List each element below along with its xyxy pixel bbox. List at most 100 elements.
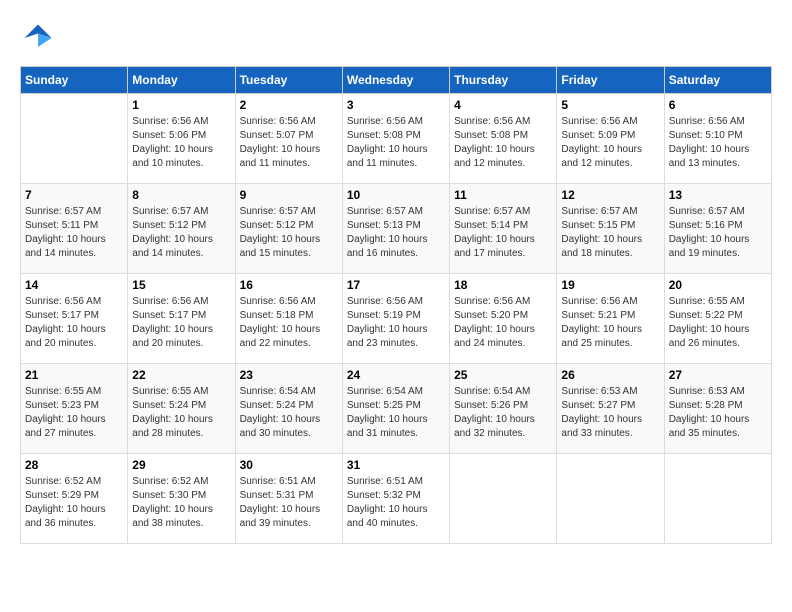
day-number: 27 bbox=[669, 368, 767, 382]
day-number: 14 bbox=[25, 278, 123, 292]
calendar-cell: 22 Sunrise: 6:55 AMSunset: 5:24 PMDayligh… bbox=[128, 364, 235, 454]
day-number: 20 bbox=[669, 278, 767, 292]
calendar-cell: 19Sunrise: 6:56 AMSunset: 5:21 PMDayligh… bbox=[557, 274, 664, 364]
day-number: 22 bbox=[132, 368, 230, 382]
weekday-header: Wednesday bbox=[342, 67, 449, 94]
calendar-cell: 4 Sunrise: 6:56 AMSunset: 5:08 PMDaylight… bbox=[450, 94, 557, 184]
calendar-cell: 15Sunrise: 6:56 AMSunset: 5:17 PMDayligh… bbox=[128, 274, 235, 364]
day-number: 4 bbox=[454, 98, 552, 112]
day-number: 5 bbox=[561, 98, 659, 112]
calendar-cell: 30 Sunrise: 6:51 AMSunset: 5:31 PMDayligh… bbox=[235, 454, 342, 544]
day-number: 2 bbox=[240, 98, 338, 112]
calendar-cell: 2 Sunrise: 6:56 AMSunset: 5:07 PMDaylight… bbox=[235, 94, 342, 184]
calendar-cell: 8 Sunrise: 6:57 AMSunset: 5:12 PMDaylight… bbox=[128, 184, 235, 274]
calendar-week-row: 14 Sunrise: 6:56 AMSunset: 5:17 PMDayligh… bbox=[21, 274, 772, 364]
day-info: Sunrise: 6:56 AMSunset: 5:20 PMDaylight:… bbox=[454, 295, 552, 351]
day-info: Sunrise: 6:53 AMSunset: 5:27 PMDaylight:… bbox=[561, 385, 659, 441]
calendar-cell: 9 Sunrise: 6:57 AMSunset: 5:12 PMDaylight… bbox=[235, 184, 342, 274]
calendar-header: SundayMondayTuesdayWednesdayThursdayFrid… bbox=[21, 67, 772, 94]
day-number: 3 bbox=[347, 98, 445, 112]
calendar-cell: 29Sunrise: 6:52 AMSunset: 5:30 PMDayligh… bbox=[128, 454, 235, 544]
logo bbox=[20, 20, 60, 56]
day-info: Sunrise: 6:56 AMSunset: 5:19 PMDaylight:… bbox=[347, 295, 445, 351]
calendar-week-row: 1 Sunrise: 6:56 AMSunset: 5:06 PMDaylight… bbox=[21, 94, 772, 184]
day-info: Sunrise: 6:52 AMSunset: 5:29 PMDaylight:… bbox=[25, 475, 123, 531]
calendar-cell: 26 Sunrise: 6:53 AMSunset: 5:27 PMDayligh… bbox=[557, 364, 664, 454]
day-info: Sunrise: 6:57 AMSunset: 5:16 PMDaylight:… bbox=[669, 205, 767, 261]
day-number: 9 bbox=[240, 188, 338, 202]
day-number: 8 bbox=[132, 188, 230, 202]
day-number: 25 bbox=[454, 368, 552, 382]
day-info: Sunrise: 6:57 AMSunset: 5:11 PMDaylight:… bbox=[25, 205, 123, 261]
calendar-cell: 6 Sunrise: 6:56 AMSunset: 5:10 PMDaylight… bbox=[664, 94, 771, 184]
day-number: 28 bbox=[25, 458, 123, 472]
day-info: Sunrise: 6:56 AMSunset: 5:17 PMDaylight:… bbox=[25, 295, 123, 351]
day-number: 26 bbox=[561, 368, 659, 382]
day-number: 15 bbox=[132, 278, 230, 292]
calendar-week-row: 21Sunrise: 6:55 AMSunset: 5:23 PMDayligh… bbox=[21, 364, 772, 454]
day-info: Sunrise: 6:55 AMSunset: 5:24 PMDaylight:… bbox=[132, 385, 230, 441]
weekday-header: Tuesday bbox=[235, 67, 342, 94]
day-info: Sunrise: 6:53 AMSunset: 5:28 PMDaylight:… bbox=[669, 385, 767, 441]
day-number: 12 bbox=[561, 188, 659, 202]
calendar-cell: 28 Sunrise: 6:52 AMSunset: 5:29 PMDayligh… bbox=[21, 454, 128, 544]
day-number: 7 bbox=[25, 188, 123, 202]
weekday-header: Saturday bbox=[664, 67, 771, 94]
calendar-week-row: 28 Sunrise: 6:52 AMSunset: 5:29 PMDayligh… bbox=[21, 454, 772, 544]
calendar-cell: 7 Sunrise: 6:57 AMSunset: 5:11 PMDaylight… bbox=[21, 184, 128, 274]
weekday-header: Sunday bbox=[21, 67, 128, 94]
day-number: 10 bbox=[347, 188, 445, 202]
day-number: 19 bbox=[561, 278, 659, 292]
calendar-cell: 23 Sunrise: 6:54 AMSunset: 5:24 PMDayligh… bbox=[235, 364, 342, 454]
calendar-cell: 17 Sunrise: 6:56 AMSunset: 5:19 PMDayligh… bbox=[342, 274, 449, 364]
calendar-cell: 25Sunrise: 6:54 AMSunset: 5:26 PMDayligh… bbox=[450, 364, 557, 454]
calendar-cell bbox=[557, 454, 664, 544]
day-info: Sunrise: 6:54 AMSunset: 5:24 PMDaylight:… bbox=[240, 385, 338, 441]
day-number: 21 bbox=[25, 368, 123, 382]
day-info: Sunrise: 6:57 AMSunset: 5:14 PMDaylight:… bbox=[454, 205, 552, 261]
day-number: 16 bbox=[240, 278, 338, 292]
calendar-cell bbox=[664, 454, 771, 544]
weekday-header: Friday bbox=[557, 67, 664, 94]
day-info: Sunrise: 6:57 AMSunset: 5:13 PMDaylight:… bbox=[347, 205, 445, 261]
calendar-cell: 1 Sunrise: 6:56 AMSunset: 5:06 PMDaylight… bbox=[128, 94, 235, 184]
calendar-cell: 13Sunrise: 6:57 AMSunset: 5:16 PMDayligh… bbox=[664, 184, 771, 274]
calendar-cell: 18 Sunrise: 6:56 AMSunset: 5:20 PMDayligh… bbox=[450, 274, 557, 364]
calendar-cell: 11Sunrise: 6:57 AMSunset: 5:14 PMDayligh… bbox=[450, 184, 557, 274]
calendar-body: 1 Sunrise: 6:56 AMSunset: 5:06 PMDaylight… bbox=[21, 94, 772, 544]
day-info: Sunrise: 6:55 AMSunset: 5:22 PMDaylight:… bbox=[669, 295, 767, 351]
calendar-cell: 27 Sunrise: 6:53 AMSunset: 5:28 PMDayligh… bbox=[664, 364, 771, 454]
day-info: Sunrise: 6:54 AMSunset: 5:25 PMDaylight:… bbox=[347, 385, 445, 441]
logo-icon bbox=[20, 20, 56, 56]
day-info: Sunrise: 6:56 AMSunset: 5:18 PMDaylight:… bbox=[240, 295, 338, 351]
day-info: Sunrise: 6:56 AMSunset: 5:09 PMDaylight:… bbox=[561, 115, 659, 171]
day-info: Sunrise: 6:56 AMSunset: 5:08 PMDaylight:… bbox=[347, 115, 445, 171]
day-info: Sunrise: 6:56 AMSunset: 5:08 PMDaylight:… bbox=[454, 115, 552, 171]
day-info: Sunrise: 6:56 AMSunset: 5:10 PMDaylight:… bbox=[669, 115, 767, 171]
day-number: 17 bbox=[347, 278, 445, 292]
day-info: Sunrise: 6:57 AMSunset: 5:12 PMDaylight:… bbox=[132, 205, 230, 261]
day-info: Sunrise: 6:52 AMSunset: 5:30 PMDaylight:… bbox=[132, 475, 230, 531]
calendar-table: SundayMondayTuesdayWednesdayThursdayFrid… bbox=[20, 66, 772, 544]
day-number: 1 bbox=[132, 98, 230, 112]
day-number: 30 bbox=[240, 458, 338, 472]
day-info: Sunrise: 6:56 AMSunset: 5:07 PMDaylight:… bbox=[240, 115, 338, 171]
calendar-cell: 12Sunrise: 6:57 AMSunset: 5:15 PMDayligh… bbox=[557, 184, 664, 274]
day-number: 18 bbox=[454, 278, 552, 292]
calendar-cell bbox=[450, 454, 557, 544]
calendar-cell: 31Sunrise: 6:51 AMSunset: 5:32 PMDayligh… bbox=[342, 454, 449, 544]
day-info: Sunrise: 6:56 AMSunset: 5:06 PMDaylight:… bbox=[132, 115, 230, 171]
calendar-week-row: 7 Sunrise: 6:57 AMSunset: 5:11 PMDaylight… bbox=[21, 184, 772, 274]
calendar-cell: 14 Sunrise: 6:56 AMSunset: 5:17 PMDayligh… bbox=[21, 274, 128, 364]
day-number: 23 bbox=[240, 368, 338, 382]
day-number: 6 bbox=[669, 98, 767, 112]
calendar-cell: 3 Sunrise: 6:56 AMSunset: 5:08 PMDaylight… bbox=[342, 94, 449, 184]
calendar-cell: 21Sunrise: 6:55 AMSunset: 5:23 PMDayligh… bbox=[21, 364, 128, 454]
day-info: Sunrise: 6:57 AMSunset: 5:12 PMDaylight:… bbox=[240, 205, 338, 261]
weekday-header: Thursday bbox=[450, 67, 557, 94]
day-info: Sunrise: 6:51 AMSunset: 5:31 PMDaylight:… bbox=[240, 475, 338, 531]
calendar-cell bbox=[21, 94, 128, 184]
day-number: 31 bbox=[347, 458, 445, 472]
calendar-cell: 20 Sunrise: 6:55 AMSunset: 5:22 PMDayligh… bbox=[664, 274, 771, 364]
calendar-cell: 10 Sunrise: 6:57 AMSunset: 5:13 PMDayligh… bbox=[342, 184, 449, 274]
